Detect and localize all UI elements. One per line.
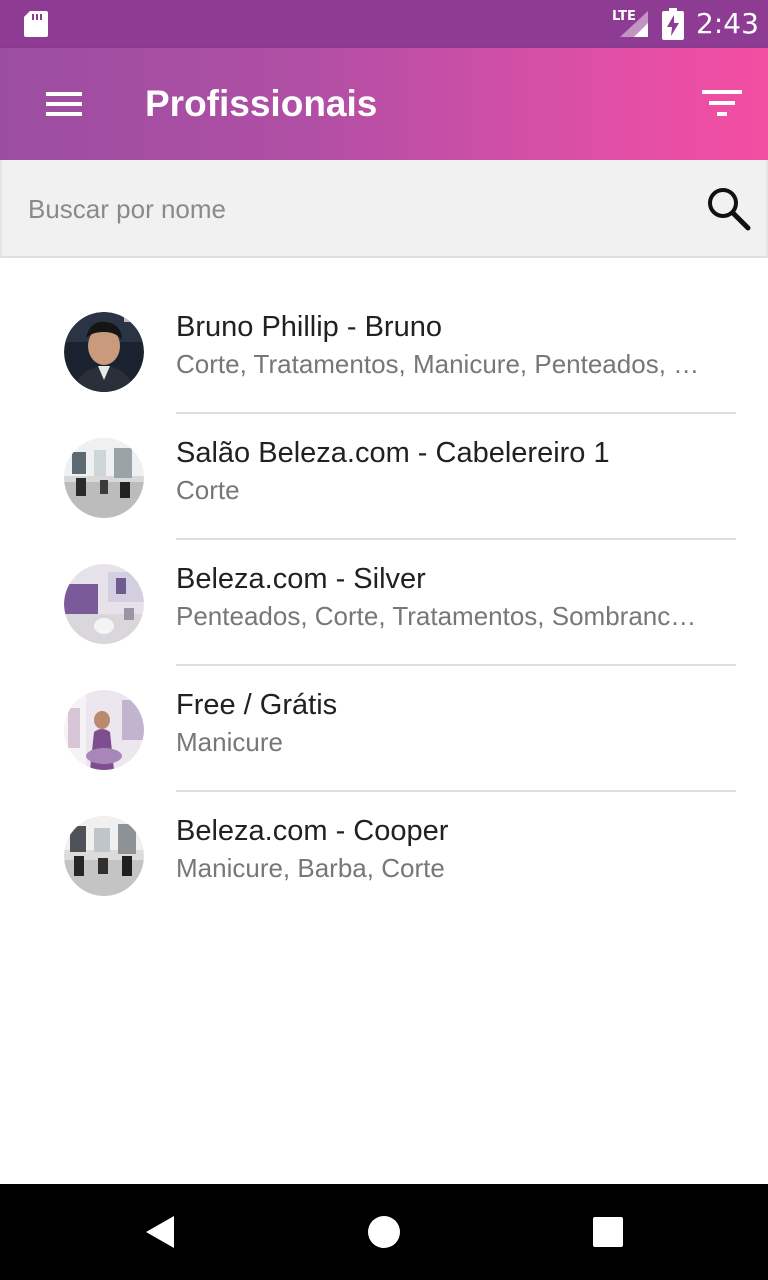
back-icon[interactable]	[136, 1208, 184, 1256]
list-item[interactable]: Salão Beleza.com - Cabelereiro 1 Corte	[0, 414, 768, 540]
professional-name: Beleza.com - Cooper	[176, 815, 449, 847]
search-icon[interactable]	[704, 184, 752, 232]
professional-services: Corte, Tratamentos, Manicure, Penteados,…	[176, 349, 704, 379]
home-icon[interactable]	[360, 1208, 408, 1256]
list-item[interactable]: Beleza.com - Silver Penteados, Corte, Tr…	[0, 540, 768, 666]
professional-services: Penteados, Corte, Tratamentos, Sombrance…	[176, 601, 704, 631]
list-item[interactable]: Beleza.com - Cooper Manicure, Barba, Cor…	[0, 792, 768, 918]
avatar	[64, 438, 144, 518]
professional-name: Free / Grátis	[176, 689, 338, 721]
professional-services: Manicure, Barba, Corte	[176, 853, 445, 883]
professional-name: Bruno Phillip - Bruno	[176, 311, 442, 343]
battery-charging-icon	[662, 8, 684, 40]
professional-services: Corte	[176, 475, 240, 505]
sd-card-icon	[24, 11, 48, 37]
professionals-list: Bruno Phillip - Bruno Corte, Tratamentos…	[0, 288, 768, 918]
avatar	[64, 312, 144, 392]
recents-icon[interactable]	[584, 1208, 632, 1256]
status-bar: LTE 2:43	[0, 0, 768, 48]
professional-name: Salão Beleza.com - Cabelereiro 1	[176, 437, 610, 469]
system-nav-bar	[0, 1184, 768, 1280]
avatar	[64, 564, 144, 644]
network-type-label: LTE	[612, 9, 636, 24]
menu-icon[interactable]	[40, 84, 88, 124]
search-input[interactable]	[28, 186, 668, 232]
avatar	[64, 690, 144, 770]
list-item[interactable]: Bruno Phillip - Bruno Corte, Tratamentos…	[0, 288, 768, 414]
filter-icon[interactable]	[698, 84, 746, 124]
page-title: Profissionais	[145, 83, 378, 124]
search-bar	[0, 160, 768, 258]
list-item[interactable]: Free / Grátis Manicure	[0, 666, 768, 792]
professional-services: Manicure	[176, 727, 283, 757]
professional-name: Beleza.com - Silver	[176, 563, 426, 595]
avatar	[64, 816, 144, 896]
app-bar: Profissionais	[0, 48, 768, 160]
clock: 2:43	[696, 7, 759, 40]
